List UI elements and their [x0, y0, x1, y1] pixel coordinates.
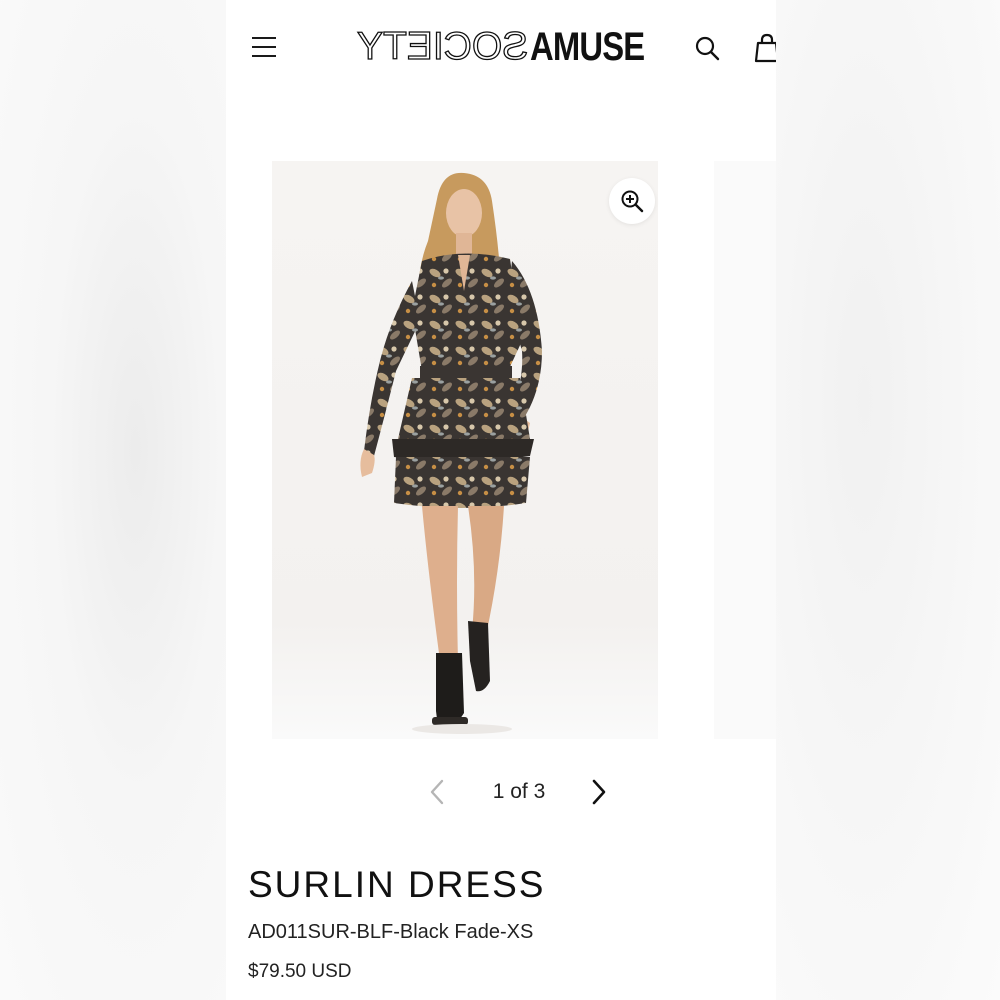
product-image[interactable] — [272, 161, 658, 739]
brand-logo[interactable]: SOCIETY AMUSE — [356, 24, 645, 70]
mobile-product-page: SOCIETY AMUSE 1 of 3 SURLIN DRESS AD011S… — [226, 0, 776, 1000]
chevron-left-icon[interactable] — [426, 778, 450, 806]
chevron-right-icon[interactable] — [586, 778, 610, 806]
zoom-in-icon[interactable] — [609, 178, 655, 224]
product-sku: AD011SUR-BLF-Black Fade-XS — [248, 921, 534, 943]
pagination-counter: 1 of 3 — [492, 780, 546, 803]
product-price: $79.50 USD — [248, 961, 352, 982]
shopping-bag-icon[interactable] — [754, 33, 776, 63]
blurred-backdrop-right — [774, 0, 1000, 1000]
next-image-peek — [714, 161, 776, 739]
product-title: SURLIN DRESS — [248, 864, 546, 905]
blurred-backdrop-left — [0, 0, 226, 1000]
logo-amuse-text: AMUSE — [529, 25, 645, 69]
hamburger-menu-icon[interactable] — [250, 33, 280, 61]
site-header: SOCIETY AMUSE — [226, 0, 776, 95]
search-icon[interactable] — [694, 35, 720, 61]
logo-society-text: SOCIETY — [356, 24, 529, 68]
image-pagination: 1 of 3 — [416, 772, 616, 812]
